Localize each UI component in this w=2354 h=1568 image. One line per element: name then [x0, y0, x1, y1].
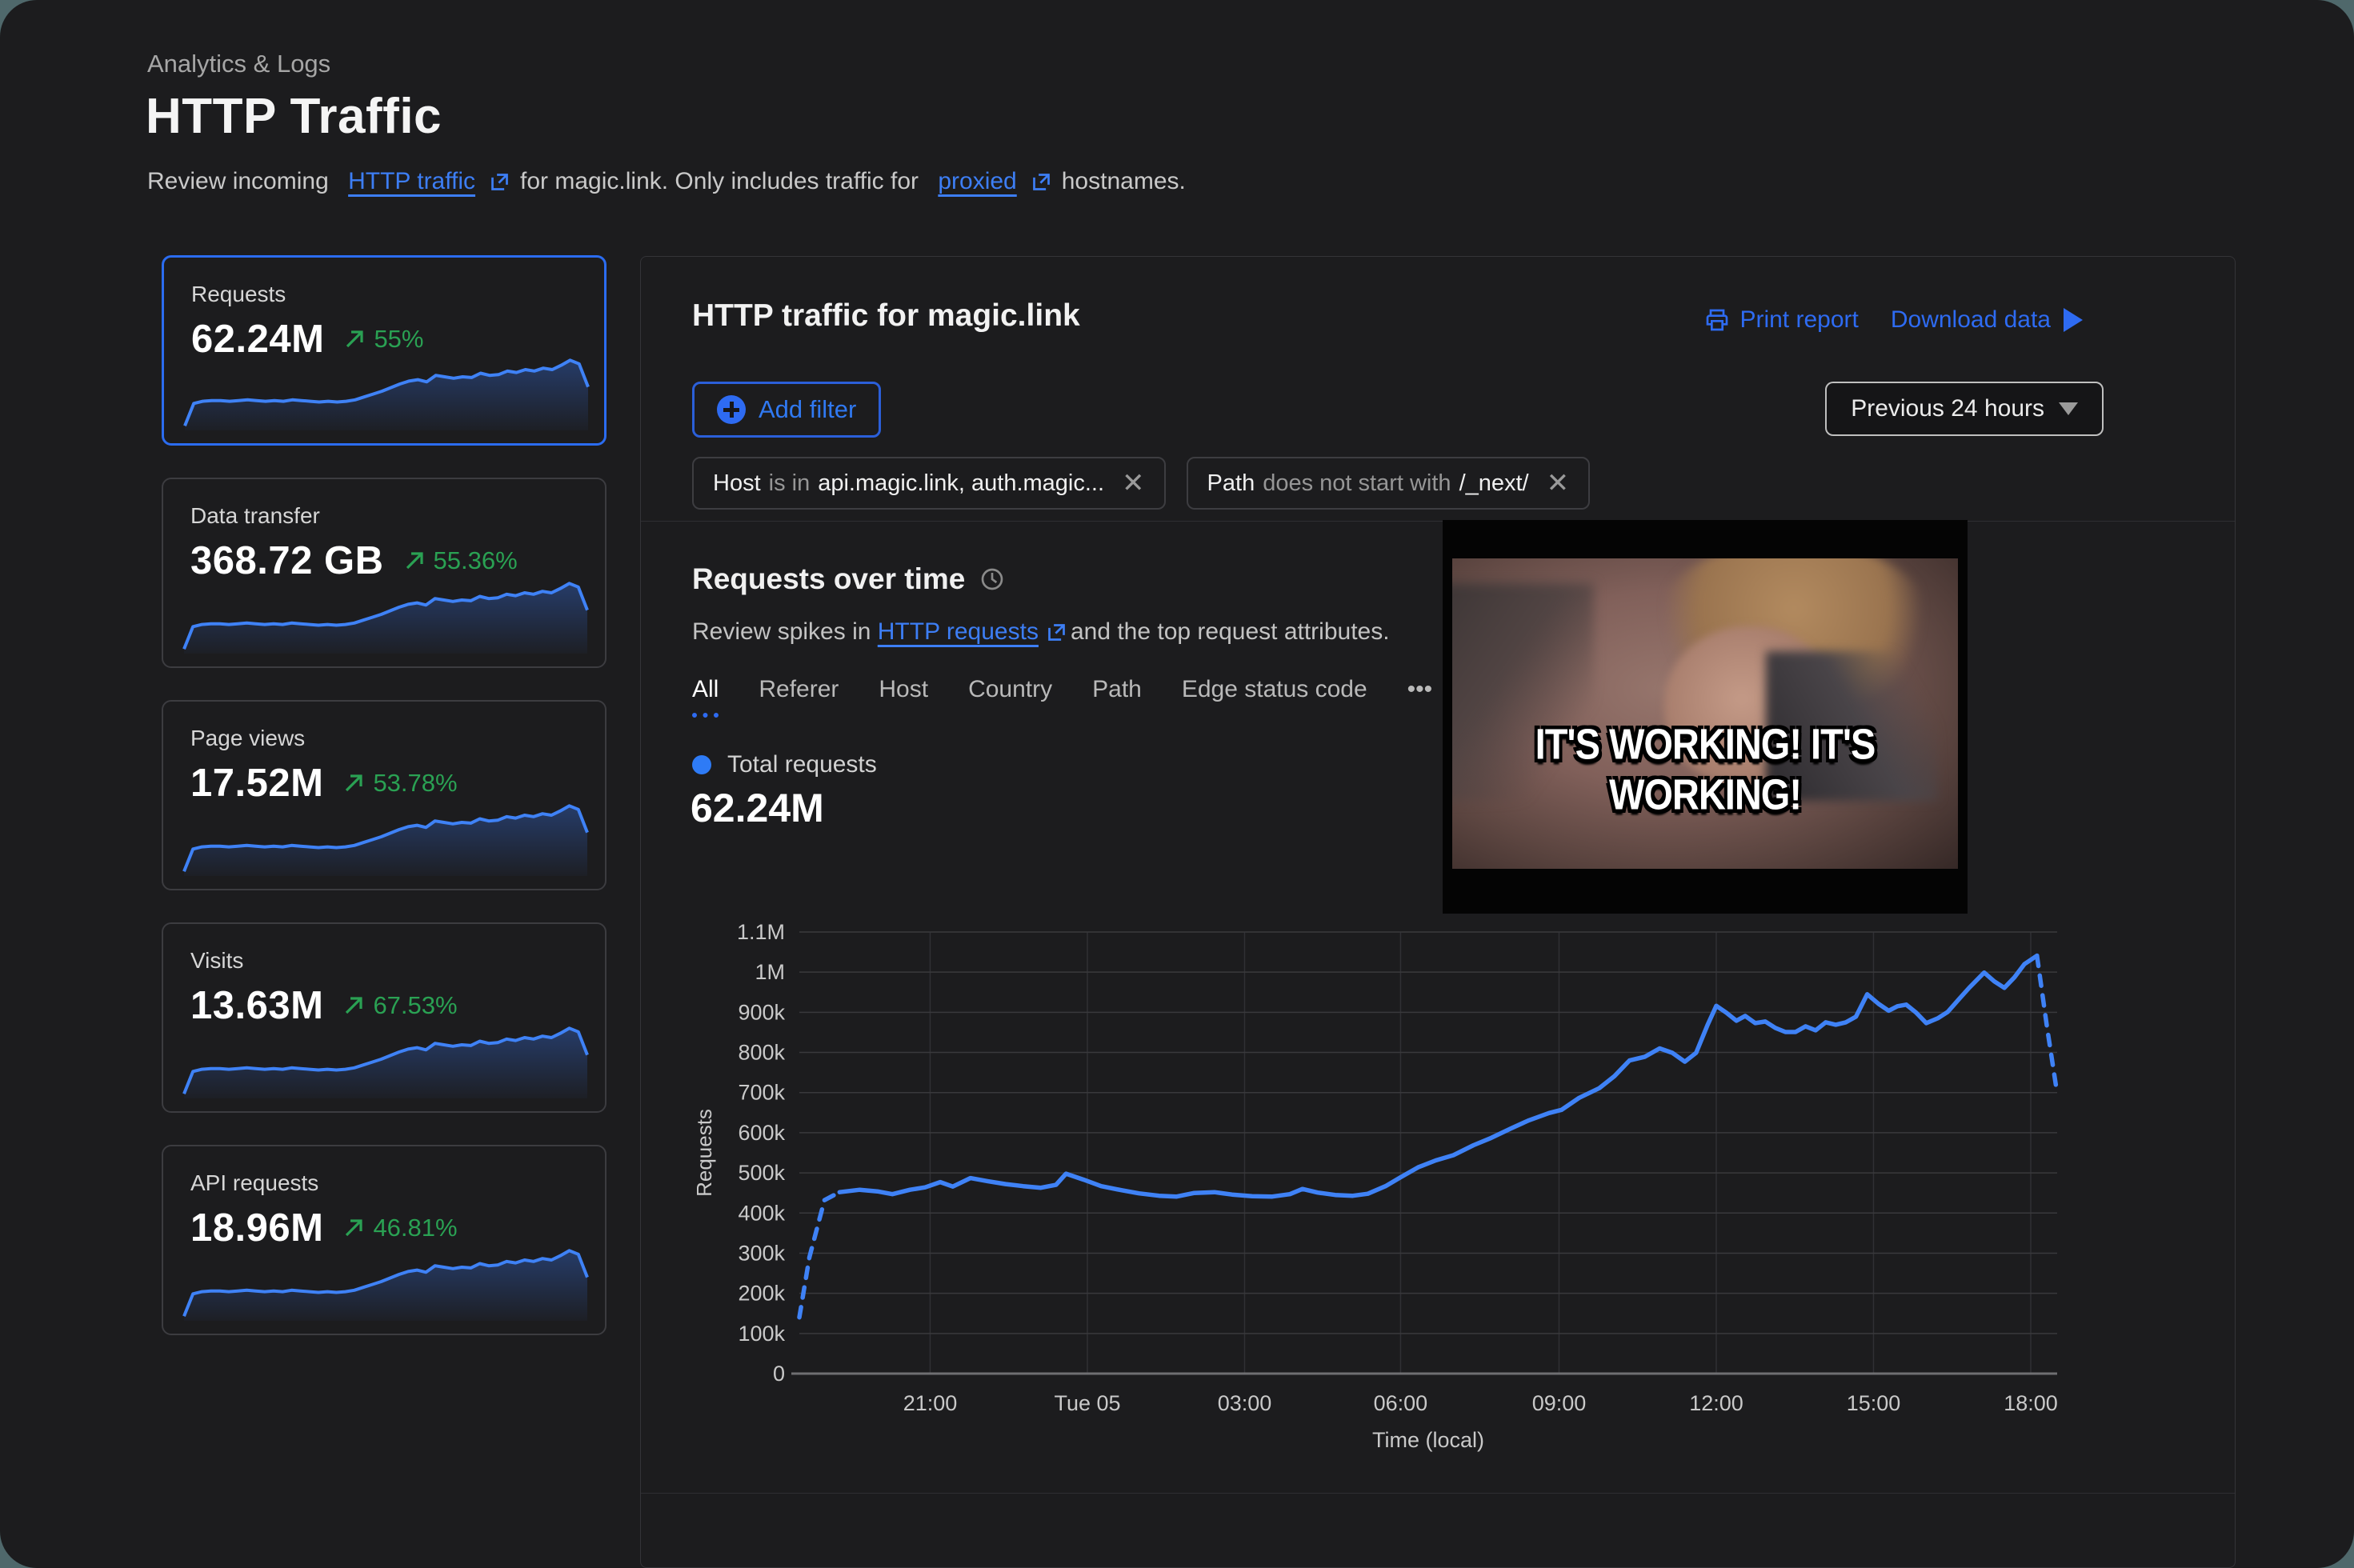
- page-title: HTTP Traffic: [146, 89, 442, 144]
- section-heading: Requests over time: [692, 562, 966, 595]
- description-text: hostnames.: [1061, 168, 1186, 194]
- metric-delta: 53.78%: [342, 769, 458, 798]
- svg-text:500k: 500k: [738, 1161, 785, 1185]
- requests-over-time-chart[interactable]: 0 100k 200k 300k 400k 500k 600k 700k 800k 900k 1M 1…: [689, 919, 2083, 1457]
- section-description: Review spikes in HTTP requests and the t…: [692, 618, 1390, 646]
- svg-text:400k: 400k: [738, 1201, 785, 1225]
- chevron-down-icon: [2059, 402, 2078, 415]
- tab-edge-status-code[interactable]: Edge status code: [1182, 676, 1367, 718]
- traffic-panel: HTTP traffic for magic.link Print report…: [640, 256, 2236, 1568]
- expand-caret-icon: [2064, 308, 2083, 332]
- sparkline-chart: [182, 804, 589, 876]
- tab-all[interactable]: All: [692, 676, 719, 718]
- svg-text:900k: 900k: [738, 1000, 785, 1024]
- metric-cards: Requests 62.24M 55% Data transfer 368.72…: [162, 255, 607, 1367]
- proxied-link[interactable]: proxied: [938, 168, 1016, 195]
- svg-text:21:00: 21:00: [903, 1391, 958, 1415]
- metric-label: Requests: [191, 282, 286, 306]
- svg-text:300k: 300k: [738, 1241, 785, 1265]
- svg-text:100k: 100k: [738, 1322, 785, 1346]
- sparkline-chart: [182, 1026, 589, 1098]
- close-icon[interactable]: ✕: [1547, 470, 1570, 497]
- download-data-button[interactable]: Download data: [1891, 306, 2083, 334]
- description-text: for magic.link. Only includes traffic fo…: [520, 168, 919, 194]
- trend-up-icon: [346, 330, 364, 348]
- sparkline-chart: [182, 1249, 589, 1321]
- svg-text:600k: 600k: [738, 1121, 785, 1145]
- svg-text:15:00: 15:00: [1847, 1391, 1901, 1415]
- meme-caption: IT'S WORKING! IT'S WORKING!: [1535, 719, 1876, 819]
- external-link-icon: [1032, 173, 1050, 190]
- metric-delta: 46.81%: [342, 1214, 458, 1242]
- print-report-button[interactable]: Print report: [1704, 306, 1859, 334]
- svg-text:200k: 200k: [738, 1282, 785, 1306]
- http-traffic-link[interactable]: HTTP traffic: [348, 168, 475, 195]
- metric-label: Visits: [190, 948, 244, 973]
- trend-up-icon: [346, 997, 363, 1014]
- metric-card-page-views[interactable]: Page views 17.52M 53.78%: [162, 700, 607, 890]
- chart-legend: Total requests: [692, 751, 877, 778]
- svg-text:1M: 1M: [755, 960, 785, 984]
- external-link-icon: [1048, 623, 1065, 641]
- total-requests-value: 62.24M: [691, 786, 824, 830]
- meme-photo: IT'S WORKING! IT'S WORKING!: [1452, 558, 1958, 869]
- svg-text:1.1M: 1.1M: [737, 920, 785, 944]
- panel-bottom-divider: [641, 1493, 2235, 1494]
- svg-text:06:00: 06:00: [1374, 1391, 1428, 1415]
- close-icon[interactable]: ✕: [1122, 470, 1145, 497]
- tab-more-ellipsis[interactable]: •••: [1407, 676, 1433, 718]
- metric-card-data-transfer[interactable]: Data transfer 368.72 GB 55.36%: [162, 478, 607, 668]
- clock-icon: [982, 568, 1003, 590]
- svg-text:18:00: 18:00: [2004, 1391, 2058, 1415]
- svg-text:0: 0: [773, 1362, 785, 1386]
- filter-chip-host[interactable]: Host is in api.magic.link, auth.magic...…: [692, 457, 1166, 510]
- metric-delta: 55.36%: [403, 546, 518, 575]
- plus-circle-icon: [717, 395, 746, 424]
- svg-text:700k: 700k: [738, 1081, 785, 1105]
- tab-referer[interactable]: Referer: [759, 676, 839, 718]
- section-divider: [641, 521, 2235, 522]
- legend-dot-icon: [692, 755, 711, 774]
- svg-text:Tue 05: Tue 05: [1054, 1391, 1120, 1415]
- legend-label: Total requests: [727, 751, 877, 778]
- filter-chips: Host is in api.magic.link, auth.magic...…: [692, 457, 1591, 510]
- add-filter-button[interactable]: Add filter: [692, 382, 882, 438]
- tab-country[interactable]: Country: [968, 676, 1052, 718]
- trend-up-icon: [346, 1219, 363, 1237]
- meme-image: IT'S WORKING! IT'S WORKING!: [1443, 520, 1968, 914]
- metric-label: Page views: [190, 726, 306, 750]
- http-requests-link[interactable]: HTTP requests: [878, 618, 1039, 646]
- svg-text:03:00: 03:00: [1218, 1391, 1272, 1415]
- printer-icon: [1707, 309, 1728, 331]
- metric-card-api-requests[interactable]: API requests 18.96M 46.81%: [162, 1145, 607, 1335]
- svg-text:800k: 800k: [738, 1041, 785, 1065]
- sparkline-chart: [182, 582, 589, 654]
- metric-card-visits[interactable]: Visits 13.63M 67.53%: [162, 922, 607, 1113]
- trend-up-icon: [406, 552, 423, 570]
- tab-host[interactable]: Host: [879, 676, 928, 718]
- breadcrumb: Analytics & Logs: [147, 50, 331, 78]
- time-range-dropdown[interactable]: Previous 24 hours: [1825, 382, 2104, 436]
- svg-text:Requests: Requests: [692, 1109, 716, 1197]
- dashboard-window: Analytics & Logs HTTP Traffic Review inc…: [0, 0, 2354, 1568]
- attribute-tabs: All Referer Host Country Path Edge statu…: [692, 676, 1432, 718]
- metric-label: Data transfer: [190, 503, 320, 528]
- svg-text:12:00: 12:00: [1689, 1391, 1743, 1415]
- sparkline-chart: [183, 358, 590, 430]
- tab-path[interactable]: Path: [1092, 676, 1142, 718]
- trend-up-icon: [346, 774, 363, 792]
- metric-delta: 67.53%: [342, 991, 458, 1020]
- metric-label: API requests: [190, 1170, 319, 1195]
- svg-text:Time (local): Time (local): [1372, 1428, 1484, 1452]
- description-text: Review incoming: [147, 168, 329, 194]
- filter-chip-path[interactable]: Path does not start with /_next/ ✕: [1186, 457, 1591, 510]
- external-link-icon: [491, 173, 508, 190]
- metric-delta: 55%: [343, 325, 423, 354]
- page-description: Review incoming HTTP traffic for magic.l…: [147, 168, 1186, 195]
- svg-text:09:00: 09:00: [1532, 1391, 1587, 1415]
- metric-card-requests[interactable]: Requests 62.24M 55%: [162, 255, 607, 446]
- panel-title: HTTP traffic for magic.link: [692, 298, 1080, 333]
